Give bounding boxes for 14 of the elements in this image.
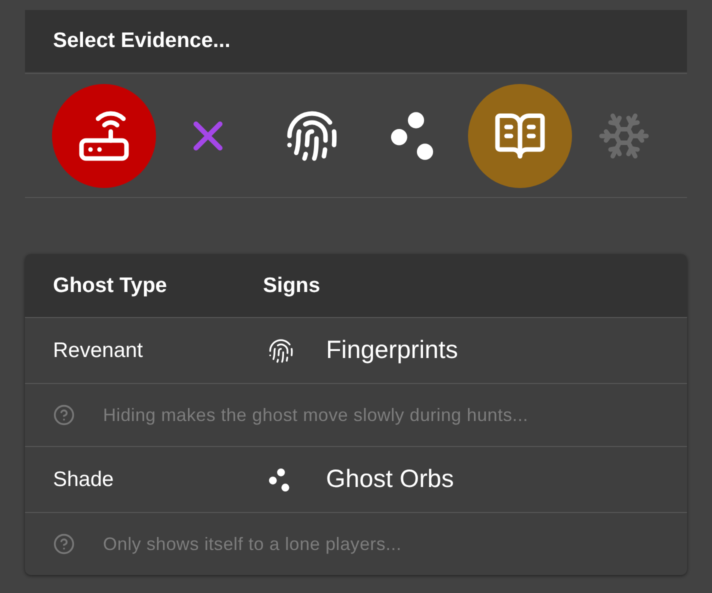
header-title: Select Evidence... <box>53 28 230 54</box>
router-icon <box>77 108 131 162</box>
help-icon <box>53 533 75 555</box>
ghost-name: Shade <box>53 466 115 493</box>
sign-label: Fingerprints <box>326 334 458 366</box>
help-icon <box>53 404 75 426</box>
fingerprint-icon <box>285 108 339 162</box>
fingerprint-icon <box>268 338 294 364</box>
column-header: Ghost Type <box>53 272 168 299</box>
ghost-name: Revenant <box>53 338 144 364</box>
column-header: Signs <box>263 272 320 299</box>
ghost-hint: Only shows itself to a lone players... <box>103 532 402 556</box>
ghost-hint: Hiding makes the ghost move slowly during hunts... <box>103 404 528 427</box>
sign-label: Ghost Orbs <box>326 464 454 495</box>
